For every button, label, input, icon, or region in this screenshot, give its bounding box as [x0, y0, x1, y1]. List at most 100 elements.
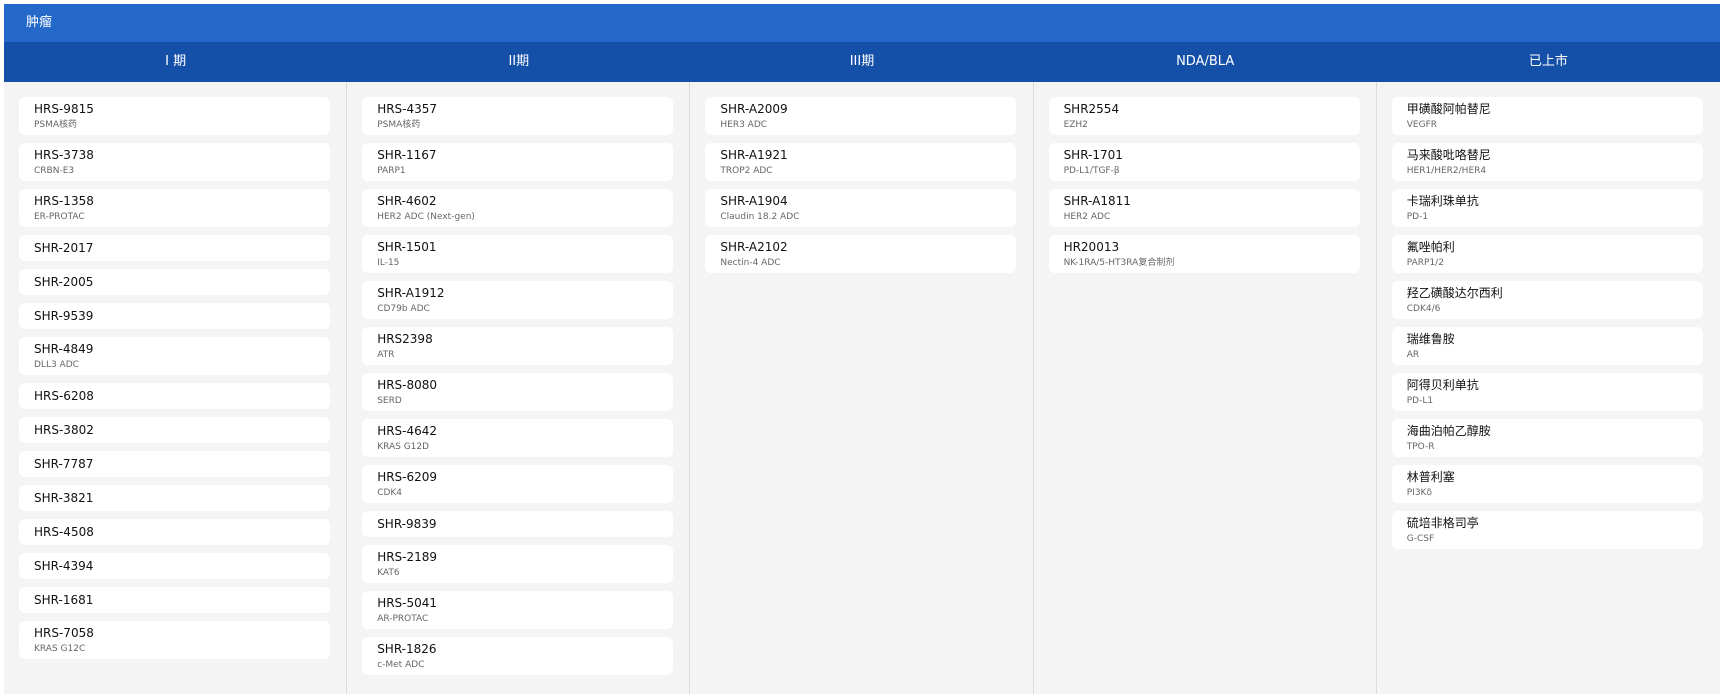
drug-name: SHR-A1904 [720, 193, 788, 208]
drug-card[interactable]: SHR-9539 [19, 303, 330, 329]
drug-card[interactable]: HR20013 NK-1RA/5-HT3RA复合制剂 [1048, 235, 1360, 273]
drug-name: SHR2554 [1063, 101, 1120, 116]
drug-name: SHR-4849 [34, 341, 94, 356]
drug-name: SHR-1501 [377, 239, 437, 254]
drug-name: SHR-A2102 [720, 239, 788, 254]
drug-target: HER2 ADC (Next-gen) [377, 211, 475, 222]
drug-card[interactable]: 卡瑞利珠单抗 PD-1 [1391, 189, 1703, 227]
phase-column-marketed: 甲磺酸阿帕替尼 VEGFR 马来酸吡咯替尼 HER1/HER2/HER4 卡瑞利珠单抗 P… [1377, 82, 1720, 694]
drug-name: HRS-7058 [34, 625, 94, 640]
drug-card[interactable]: HRS-1358 ER-PROTAC [19, 189, 330, 227]
drug-card[interactable]: HRS-3738 CRBN-E3 [19, 143, 330, 181]
drug-name: 卡瑞利珠单抗 [1406, 193, 1479, 208]
drug-card[interactable]: SHR-4602 HER2 ADC (Next-gen) [362, 189, 674, 227]
drug-name: 阿得贝利单抗 [1406, 377, 1479, 392]
drug-card[interactable]: SHR-A1904 Claudin 18.2 ADC [705, 189, 1017, 227]
drug-target: DLL3 ADC [34, 359, 79, 370]
drug-card[interactable]: SHR-1681 [19, 587, 330, 613]
drug-name: 林普利塞 [1406, 469, 1455, 484]
drug-card[interactable]: 硫培非格司亭 G-CSF [1391, 511, 1703, 549]
pipeline-title: 肿瘤 [4, 4, 1720, 42]
drug-name: 氟唑帕利 [1406, 239, 1455, 254]
drug-target: SERD [377, 395, 402, 406]
phase-title-3: III期 [849, 54, 875, 69]
drug-card[interactable]: SHR-1826 c-Met ADC [362, 637, 674, 675]
drug-name: 羟乙磺酸达尔西利 [1406, 285, 1503, 300]
drug-name: HRS-4357 [377, 101, 438, 116]
drug-target: PSMA核药 [377, 119, 421, 130]
drug-card[interactable]: HRS-3802 [19, 417, 330, 443]
drug-name: SHR-1167 [377, 147, 437, 162]
drug-card[interactable]: 阿得贝利单抗 PD-L1 [1391, 373, 1703, 411]
drug-target: CDK4/6 [1406, 303, 1441, 314]
drug-card[interactable]: HRS-9815 PSMA核药 [19, 97, 330, 135]
drug-card[interactable]: 林普利塞 PI3Kδ [1391, 465, 1703, 503]
drug-card[interactable]: HRS-4508 [19, 519, 330, 545]
drug-name: SHR-1701 [1063, 147, 1123, 162]
drug-target: IL-15 [377, 257, 400, 268]
drug-card[interactable]: 羟乙磺酸达尔西利 CDK4/6 [1391, 281, 1703, 319]
drug-target: c-Met ADC [377, 659, 425, 670]
drug-name: SHR-4602 [377, 193, 437, 208]
drug-target: PI3Kδ [1406, 487, 1432, 498]
drug-card[interactable]: SHR-2017 [19, 235, 330, 261]
drug-card[interactable]: HRS-6208 [19, 383, 330, 409]
drug-card[interactable]: SHR-7787 [19, 451, 330, 477]
drug-target: PD-L1/TGF-β [1063, 165, 1120, 176]
drug-card[interactable]: SHR-4394 [19, 553, 330, 579]
drug-target: HER2 ADC [1063, 211, 1111, 222]
drug-name: SHR-3821 [34, 491, 94, 505]
drug-card[interactable]: 瑞维鲁胺 AR [1391, 327, 1703, 365]
drug-card[interactable]: HRS-2189 KAT6 [362, 545, 674, 583]
drug-target: TPO-R [1406, 441, 1435, 452]
drug-target: CRBN-E3 [34, 165, 75, 176]
drug-card[interactable]: HRS-4642 KRAS G12D [362, 419, 674, 457]
drug-card[interactable]: 马来酸吡咯替尼 HER1/HER2/HER4 [1391, 143, 1703, 181]
drug-name: SHR-1681 [34, 593, 94, 607]
drug-name: SHR-9539 [34, 309, 94, 323]
drug-name: SHR-4394 [34, 559, 94, 573]
drug-card[interactable]: SHR-A2102 Nectin-4 ADC [705, 235, 1017, 273]
drug-card[interactable]: HRS-5041 AR-PROTAC [362, 591, 674, 629]
phase-columns: HRS-9815 PSMA核药 HRS-3738 CRBN-E3 HRS-1358 ER-… [4, 82, 1720, 694]
drug-card[interactable]: SHR-1501 IL-15 [362, 235, 674, 273]
drug-card[interactable]: HRS2398 ATR [362, 327, 674, 365]
drug-card[interactable]: SHR-9839 [362, 511, 674, 537]
drug-target: TROP2 ADC [720, 165, 773, 176]
drug-name: SHR-A1912 [377, 285, 445, 300]
drug-name: SHR-9839 [377, 517, 437, 531]
drug-target: EZH2 [1063, 119, 1088, 130]
drug-card[interactable]: SHR2554 EZH2 [1048, 97, 1360, 135]
drug-name: SHR-A1921 [720, 147, 788, 162]
drug-card[interactable]: SHR-3821 [19, 485, 330, 511]
drug-name: 马来酸吡咯替尼 [1406, 147, 1491, 162]
drug-card[interactable]: 海曲泊帕乙醇胺 TPO-R [1391, 419, 1703, 457]
drug-card[interactable]: 甲磺酸阿帕替尼 VEGFR [1391, 97, 1703, 135]
drug-target: CD79b ADC [377, 303, 430, 314]
drug-card[interactable]: HRS-8080 SERD [362, 373, 674, 411]
drug-card[interactable]: SHR-A1912 CD79b ADC [362, 281, 674, 319]
drug-name: 硫培非格司亭 [1406, 515, 1479, 530]
drug-name: SHR-2017 [34, 241, 94, 255]
drug-card[interactable]: HRS-7058 KRAS G12C [19, 621, 330, 659]
drug-card[interactable]: SHR-A2009 HER3 ADC [705, 97, 1017, 135]
drug-card[interactable]: SHR-A1811 HER2 ADC [1048, 189, 1360, 227]
drug-card[interactable]: SHR-1701 PD-L1/TGF-β [1048, 143, 1360, 181]
drug-name: SHR-1826 [377, 641, 437, 656]
drug-card[interactable]: SHR-4849 DLL3 ADC [19, 337, 330, 375]
drug-name: HRS-2189 [377, 549, 438, 564]
drug-target: ATR [377, 349, 395, 360]
drug-target: ER-PROTAC [34, 211, 85, 222]
drug-card[interactable]: HRS-4357 PSMA核药 [362, 97, 674, 135]
drug-card[interactable]: SHR-A1921 TROP2 ADC [705, 143, 1017, 181]
drug-name: HRS-6209 [377, 469, 438, 484]
drug-target: PARP1/2 [1406, 257, 1444, 268]
phase-column-nda: SHR2554 EZH2 SHR-1701 PD-L1/TGF-β SHR-A1811 H… [1034, 82, 1377, 694]
drug-name: SHR-A2009 [720, 101, 788, 116]
drug-card[interactable]: 氟唑帕利 PARP1/2 [1391, 235, 1703, 273]
drug-card[interactable]: HRS-6209 CDK4 [362, 465, 674, 503]
drug-name: HRS-8080 [377, 377, 438, 392]
drug-card[interactable]: SHR-2005 [19, 269, 330, 295]
drug-card[interactable]: SHR-1167 PARP1 [362, 143, 674, 181]
drug-name: HRS-4642 [377, 423, 438, 438]
